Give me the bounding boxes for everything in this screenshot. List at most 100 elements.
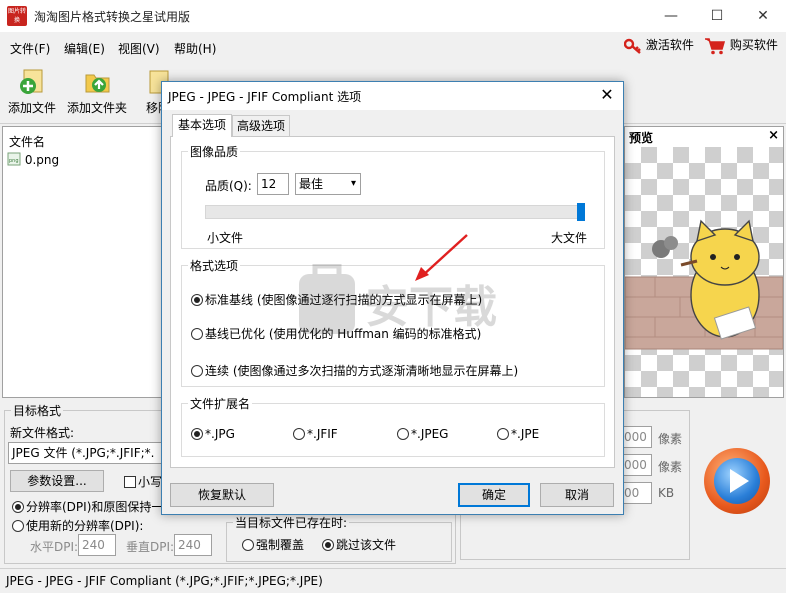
overwrite-radio[interactable]: 强制覆盖 <box>242 536 304 553</box>
buy-label: 购买软件 <box>729 38 778 52</box>
red-arrow-annotation <box>415 234 468 281</box>
params-settings-button[interactable]: 参数设置... <box>10 470 104 492</box>
radio-dot <box>191 294 203 306</box>
checkbox-box <box>124 476 136 488</box>
preview-panel: 预览 × <box>624 126 784 398</box>
key-icon <box>624 38 641 54</box>
progressive-radio[interactable]: 连续 (使图像通过多次扫描的方式逐渐清晰地显示在屏幕上) <box>191 362 518 379</box>
close-button[interactable]: ✕ <box>740 0 786 32</box>
status-text: JPEG - JPEG - JFIF Compliant (*.JPG;*.JF… <box>6 574 323 588</box>
quality-group: 图像品质 <box>181 143 605 249</box>
dpi-keep-radio[interactable]: 分辨率(DPI)和原图保持一 <box>12 498 163 515</box>
ext-jpg-radio[interactable]: *.JPG <box>191 427 235 441</box>
ext-jpeg-radio[interactable]: *.JPEG <box>397 427 448 441</box>
optimized-label: 基线已优化 (使用优化的 Huffman 编码的标准格式) <box>205 327 482 341</box>
dpi-new-radio[interactable]: 使用新的分辨率(DPI): <box>12 517 143 534</box>
target-format-legend: 目标格式 <box>13 404 62 418</box>
file-list-panel: 文件名 png 0.png <box>2 126 162 398</box>
small-file-label: 小文件 <box>207 231 244 245</box>
dialog-close-button[interactable]: ✕ <box>597 85 617 104</box>
ext-jpe-radio[interactable]: *.JPE <box>497 427 539 441</box>
radio-dot <box>322 539 334 551</box>
radio-dot <box>191 365 203 377</box>
quality-input[interactable]: 12 <box>257 173 289 195</box>
start-convert-button[interactable] <box>704 448 770 514</box>
preview-close-button[interactable]: × <box>768 128 779 143</box>
width-input[interactable]: 000 <box>620 426 652 448</box>
tab-basic[interactable]: 基本选项 <box>172 114 232 137</box>
new-format-label: 新文件格式: <box>10 426 75 440</box>
add-folder-button[interactable]: 添加文件夹 <box>64 66 130 120</box>
quality-slider[interactable] <box>205 205 585 219</box>
large-file-label: 大文件 <box>551 231 588 245</box>
preview-image <box>624 147 784 397</box>
file-name: 0.png <box>24 153 60 167</box>
height-unit: 像素 <box>658 460 683 474</box>
cat-illustration <box>624 219 784 350</box>
overwrite-label: 强制覆盖 <box>256 538 305 552</box>
radio-dot <box>397 428 409 440</box>
file-extension-group: 文件扩展名 <box>181 395 605 457</box>
radio-dot <box>191 428 203 440</box>
file-list-header: 文件名 <box>9 135 46 149</box>
jpeg-options-dialog: JPEG - JPEG - JFIF Compliant 选项 ✕ 基本选项 高… <box>161 81 624 515</box>
add-file-button[interactable]: 添加文件 <box>6 66 58 120</box>
quality-select-value: 最佳 <box>299 177 324 191</box>
quality-slider-thumb[interactable] <box>577 203 585 221</box>
ok-button[interactable]: 确定 <box>458 483 530 507</box>
menu-help[interactable]: 帮助(H) <box>174 40 216 57</box>
minimize-button[interactable]: — <box>648 0 694 32</box>
filesize-input[interactable]: 00 <box>620 482 652 504</box>
baseline-radio[interactable]: 标准基线 (使图像通过逐行扫描的方式显示在屏幕上) <box>191 291 482 308</box>
title-bar: 图片转换 淘淘图片格式转换之星试用版 — ☐ ✕ <box>0 0 786 32</box>
h-dpi-label: 水平DPI: <box>30 540 79 554</box>
tab-pane: 图像品质 品质(Q): 12 最佳 ▾ 小文件 大文件 格式选项 标准基线 (使… <box>170 136 615 468</box>
chevron-down-icon: ▾ <box>350 178 356 189</box>
optimized-radio[interactable]: 基线已优化 (使用优化的 Huffman 编码的标准格式) <box>191 325 481 342</box>
menu-edit[interactable]: 编辑(E) <box>64 40 105 57</box>
lowercase-checkbox[interactable]: 小写 <box>124 473 162 490</box>
status-bar: JPEG - JPEG - JFIF Compliant (*.JPG;*.JF… <box>0 568 786 593</box>
add-file-icon <box>18 68 46 96</box>
quality-legend: 图像品质 <box>190 145 239 159</box>
format-select[interactable]: JPEG 文件 (*.JPG;*.JFIF;*. <box>8 442 162 464</box>
h-dpi-input[interactable]: 240 <box>78 534 116 556</box>
window-title: 淘淘图片格式转换之星试用版 <box>34 10 191 24</box>
ext-jfif-label: *.JFIF <box>307 427 338 441</box>
radio-dot <box>497 428 509 440</box>
png-file-icon: png <box>7 152 21 166</box>
skip-radio[interactable]: 跳过该文件 <box>322 536 396 553</box>
radio-dot <box>242 539 254 551</box>
menu-view[interactable]: 视图(V) <box>118 40 160 57</box>
menu-file[interactable]: 文件(F) <box>10 40 50 57</box>
add-file-label: 添加文件 <box>7 101 56 115</box>
tab-advanced[interactable]: 高级选项 <box>232 115 290 137</box>
activate-software-button[interactable]: 激活软件 <box>624 36 694 58</box>
dialog-title: JPEG - JPEG - JFIF Compliant 选项 <box>168 90 362 104</box>
file-extension-legend: 文件扩展名 <box>190 397 251 411</box>
width-unit: 像素 <box>658 432 683 446</box>
radio-dot <box>191 328 203 340</box>
ext-jpe-label: *.JPE <box>511 427 540 441</box>
restore-default-button[interactable]: 恢复默认 <box>170 483 274 507</box>
height-input[interactable]: 000 <box>620 454 652 476</box>
buy-software-button[interactable]: 购买软件 <box>704 36 778 58</box>
app-logo-icon: 图片转换 <box>7 6 27 26</box>
ext-jpg-label: *.JPG <box>205 427 235 441</box>
quality-label: 品质(Q): <box>205 179 252 193</box>
add-folder-label: 添加文件夹 <box>66 101 127 115</box>
radio-dot <box>293 428 305 440</box>
file-list-item[interactable]: png 0.png <box>7 152 59 167</box>
filesize-unit: KB <box>658 486 675 500</box>
progressive-label: 连续 (使图像通过多次扫描的方式逐渐清晰地显示在屏幕上) <box>205 364 519 378</box>
skip-label: 跳过该文件 <box>336 538 397 552</box>
maximize-button[interactable]: ☐ <box>694 0 740 32</box>
ext-jfif-radio[interactable]: *.JFIF <box>293 427 338 441</box>
format-options-legend: 格式选项 <box>190 259 239 273</box>
cart-icon <box>705 37 726 54</box>
file-exists-legend: 当目标文件已存在时: <box>235 516 348 530</box>
v-dpi-input[interactable]: 240 <box>174 534 212 556</box>
dpi-keep-label: 分辨率(DPI)和原图保持一 <box>26 500 164 514</box>
quality-select[interactable]: 最佳 ▾ <box>295 173 361 195</box>
cancel-button[interactable]: 取消 <box>540 483 614 507</box>
